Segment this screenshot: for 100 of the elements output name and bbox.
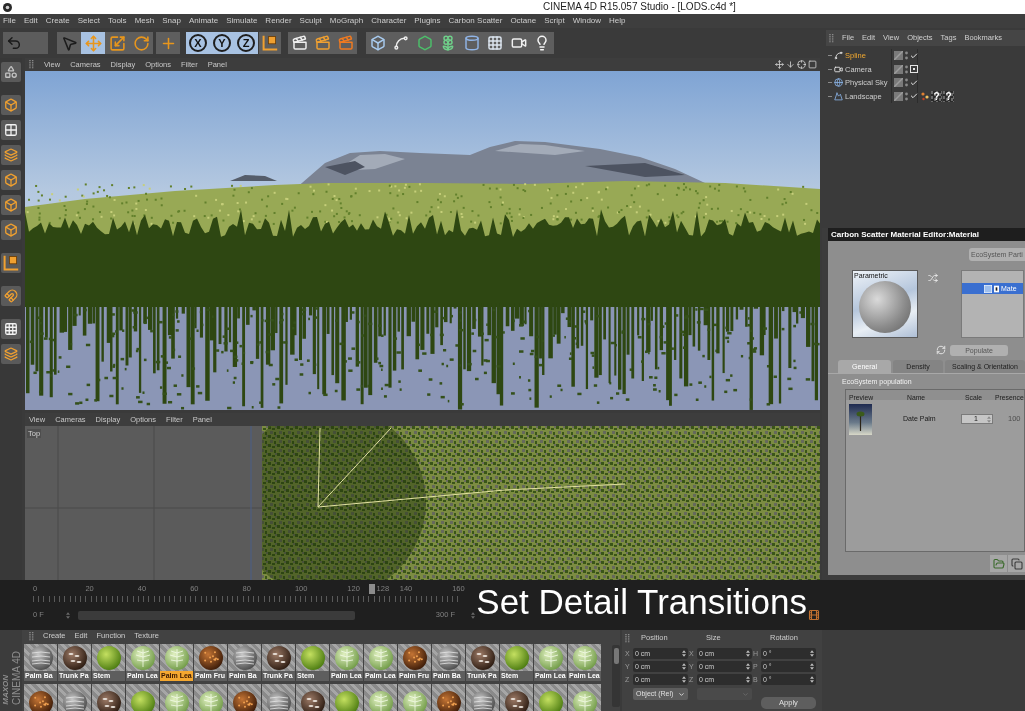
axis-toggle-button[interactable]: Z (234, 32, 258, 54)
hatched-square-icon[interactable] (894, 64, 903, 74)
toolbar-button[interactable] (259, 32, 281, 54)
menu-item[interactable]: Help (609, 14, 626, 28)
footer-button[interactable] (1008, 555, 1025, 572)
side-tool-button[interactable] (1, 95, 21, 115)
side-tool-button[interactable] (1, 145, 21, 165)
menu-item[interactable]: Create (45, 14, 70, 28)
material-swatch[interactable] (160, 684, 193, 711)
material-swatch[interactable] (92, 684, 125, 711)
refresh-icon[interactable] (936, 345, 946, 355)
hatched-square-icon[interactable] (894, 78, 903, 88)
square-icon[interactable] (808, 60, 817, 69)
question-mark-tag[interactable]: ? (931, 90, 942, 102)
dotted-square-icon[interactable] (910, 65, 918, 74)
crosshair-icon[interactable] (797, 60, 806, 69)
material-swatch[interactable] (568, 684, 601, 711)
footer-button[interactable] (990, 555, 1007, 572)
material-swatch[interactable] (364, 684, 397, 711)
spinner-arrows-icon[interactable] (810, 650, 814, 657)
tool-button[interactable] (156, 32, 180, 54)
spinner-arrows-icon[interactable] (746, 676, 750, 683)
side-tool-button[interactable] (1, 319, 21, 339)
grip-icon[interactable] (29, 631, 34, 641)
hatched-square-icon[interactable] (894, 51, 903, 61)
material-swatch[interactable] (330, 684, 363, 711)
material-swatch[interactable] (24, 684, 57, 711)
spinner-arrows-icon[interactable] (682, 676, 686, 683)
material-swatch[interactable] (398, 684, 431, 711)
toolbar-button[interactable] (288, 32, 311, 54)
axis-toggle-button[interactable]: X (186, 32, 210, 54)
spinner-arrows-icon[interactable] (810, 663, 814, 670)
menu-item[interactable]: Octane (510, 14, 537, 28)
tool-button[interactable] (105, 32, 129, 54)
menu-item[interactable]: Character (371, 14, 407, 28)
grip-icon[interactable] (829, 33, 834, 43)
menu-item[interactable]: Simulate (226, 14, 258, 28)
visibility-dots-icon[interactable] (905, 78, 908, 88)
material-swatch[interactable] (126, 684, 159, 711)
visibility-dots-icon[interactable] (905, 91, 908, 101)
film-icon[interactable] (808, 608, 820, 622)
material-swatch[interactable] (194, 684, 227, 711)
check-icon[interactable] (910, 51, 918, 60)
toolbar-button[interactable] (334, 32, 357, 54)
side-tool-button[interactable] (1, 195, 21, 215)
axis-toggle-button[interactable]: Y (210, 32, 234, 54)
menu-item[interactable]: Plugins (414, 14, 441, 28)
menu-item[interactable]: Render (265, 14, 292, 28)
spinner-arrows-icon[interactable] (746, 650, 750, 657)
material-swatch[interactable] (432, 684, 465, 711)
side-tool-button[interactable] (1, 253, 21, 273)
spinner-arrows-icon[interactable] (810, 676, 814, 683)
side-tool-button[interactable] (1, 170, 21, 190)
toolbar-button[interactable] (530, 32, 554, 54)
grip-icon[interactable] (29, 60, 34, 69)
scrollbar-thumb[interactable] (613, 648, 619, 664)
side-tool-button[interactable] (1, 62, 21, 82)
material-swatch[interactable] (228, 684, 261, 711)
menu-item[interactable]: Select (77, 14, 100, 28)
side-tool-button[interactable] (1, 286, 21, 306)
down-arrow-icon[interactable] (786, 60, 795, 69)
menu-item[interactable]: Tools (107, 14, 127, 28)
menu-item[interactable]: Animate (188, 14, 219, 28)
material-swatch[interactable] (500, 684, 533, 711)
spinner-arrows-icon[interactable] (682, 650, 686, 657)
material-swatch[interactable] (262, 684, 295, 711)
menu-item[interactable]: Window (572, 14, 602, 28)
side-tool-button[interactable] (1, 220, 21, 240)
menu-item[interactable]: File (3, 14, 16, 28)
spinner-arrows-icon[interactable] (471, 611, 476, 619)
material-swatch[interactable] (534, 684, 567, 711)
grip-icon[interactable] (625, 633, 630, 643)
range-slider-track[interactable] (77, 610, 355, 620)
visibility-dots-icon[interactable] (905, 64, 908, 74)
hatched-square-icon[interactable] (894, 91, 903, 101)
playhead-marker[interactable] (368, 584, 375, 594)
spinner-arrows-icon[interactable] (65, 611, 70, 619)
scrollbar[interactable] (612, 645, 620, 707)
tool-button[interactable] (129, 32, 153, 54)
side-tool-button[interactable] (1, 120, 21, 140)
dots-tag-icon[interactable] (920, 91, 930, 102)
menu-item[interactable]: Script (544, 14, 565, 28)
side-tool-button[interactable] (1, 344, 21, 364)
spinner-arrows-icon[interactable] (746, 663, 750, 670)
menu-item[interactable]: Edit (23, 14, 38, 28)
tool-button[interactable] (57, 32, 81, 54)
question-mark-tag[interactable]: ? (943, 90, 954, 102)
toolbar-button[interactable] (366, 32, 390, 54)
material-swatch[interactable] (466, 684, 499, 711)
move-arrows-icon[interactable] (775, 60, 784, 69)
material-swatch[interactable] (58, 684, 91, 711)
visibility-dots-icon[interactable] (905, 51, 908, 61)
spinner-arrows-icon[interactable] (682, 663, 686, 670)
shuffle-icon[interactable] (928, 273, 938, 283)
menu-item[interactable]: MoGraph (329, 14, 364, 28)
menu-item[interactable]: Snap (162, 14, 181, 28)
menu-item[interactable]: Mesh (134, 14, 155, 28)
undo-button[interactable] (3, 32, 25, 54)
material-swatch[interactable] (296, 684, 329, 711)
menu-item[interactable]: Sculpt (299, 14, 322, 28)
